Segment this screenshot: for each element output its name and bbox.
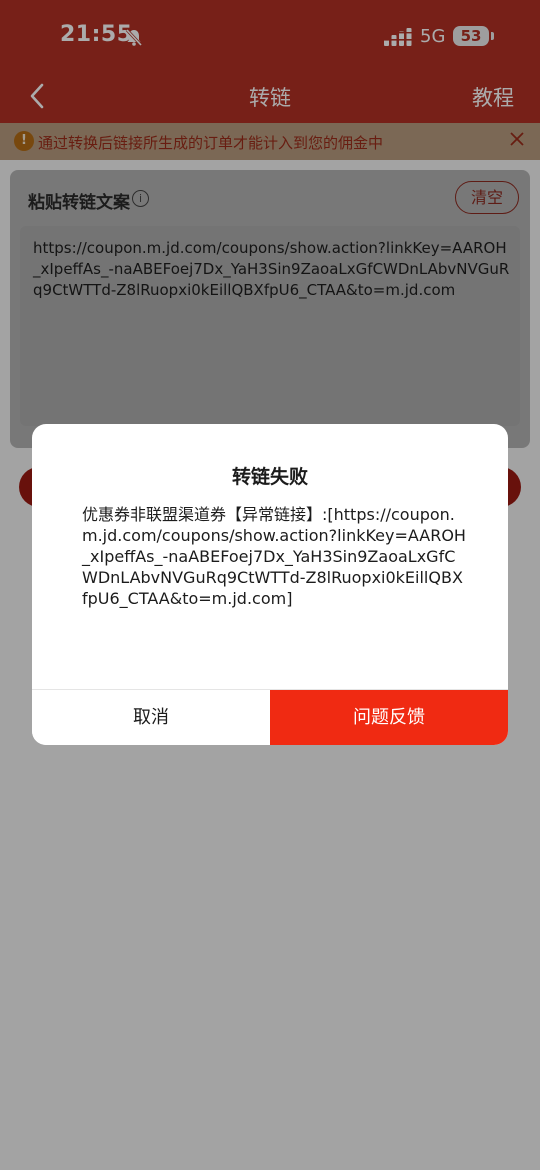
dialog-message: 优惠券非联盟渠道券【异常链接】:[https://coupon.m.jd.com…: [82, 505, 466, 608]
error-dialog: 转链失败 优惠券非联盟渠道券【异常链接】:[https://coupon.m.j…: [32, 424, 508, 745]
feedback-button[interactable]: 问题反馈: [270, 690, 508, 745]
cancel-button[interactable]: 取消: [32, 690, 270, 745]
dialog-title: 转链失败: [231, 466, 308, 488]
